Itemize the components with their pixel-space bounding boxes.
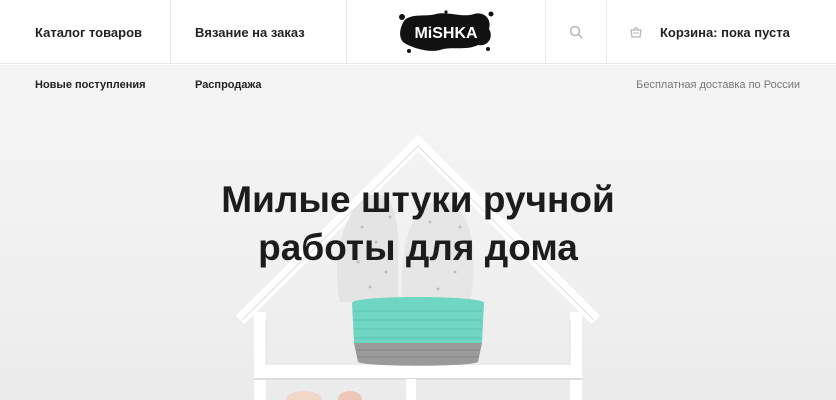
- cart-button[interactable]: Корзина: пока пуста: [607, 0, 836, 64]
- hero-banner: Милые штуки ручной работы для дома: [0, 107, 836, 400]
- catalog-link[interactable]: Каталог товаров: [35, 25, 142, 40]
- shelf-toy: [286, 391, 362, 400]
- top-navigation-bar: Каталог товаров Вязание на заказ MiSHKA: [0, 0, 836, 64]
- hero-title-line-1: Милые штуки ручной: [221, 179, 615, 220]
- new-arrivals-link[interactable]: Новые поступления: [35, 79, 146, 91]
- hero-title-line-2: работы для дома: [258, 227, 578, 268]
- knit-to-order-link[interactable]: Вязание на заказ: [195, 25, 305, 40]
- logo-text: MiSHKA: [414, 25, 478, 42]
- cart-icon: [630, 27, 642, 38]
- search-button[interactable]: [546, 0, 607, 64]
- mishka-logo[interactable]: MiSHKA: [396, 9, 496, 55]
- free-delivery-note: Бесплатная доставка по России: [636, 79, 800, 91]
- secondary-navigation: Новые поступления Распродажа Бесплатная …: [0, 65, 836, 107]
- search-icon[interactable]: [569, 25, 583, 39]
- knit-nav-item[interactable]: Вязание на заказ: [171, 0, 347, 64]
- catalog-nav-item[interactable]: Каталог товаров: [0, 0, 171, 64]
- logo-ink-splash: MiSHKA: [399, 10, 494, 53]
- sale-link[interactable]: Распродажа: [195, 79, 262, 91]
- cart-label[interactable]: Корзина: пока пуста: [660, 25, 790, 40]
- logo-cell[interactable]: MiSHKA: [347, 0, 546, 64]
- hero-title: Милые штуки ручной работы для дома: [0, 176, 836, 272]
